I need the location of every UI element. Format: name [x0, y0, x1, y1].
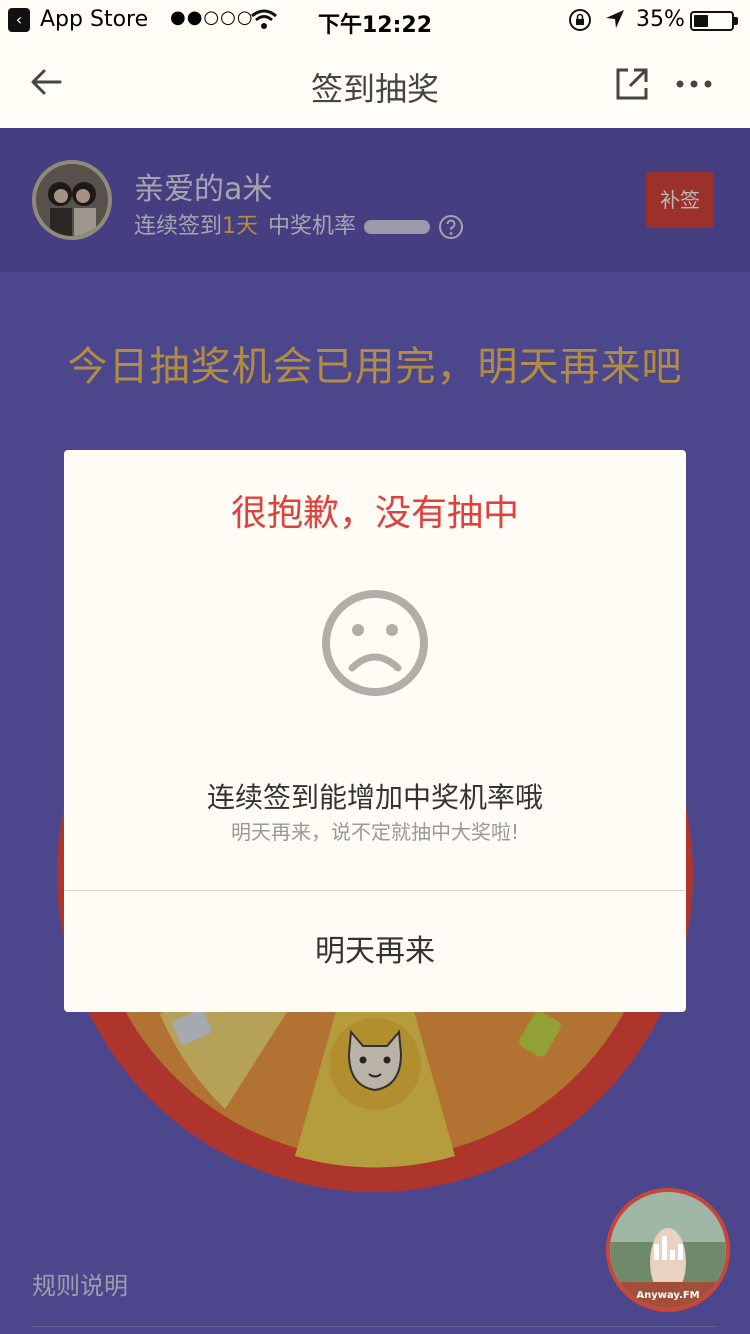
floating-music-button[interactable]: Anyway.FM [606, 1188, 730, 1312]
more-icon[interactable] [674, 68, 714, 100]
sad-face-icon [322, 590, 428, 696]
location-arrow-icon [606, 10, 624, 28]
status-bar: ‹ App Store ●●○○○ 下午12:22 35% [0, 0, 750, 40]
dialog-message: 连续签到能增加中奖机率哦 [206, 781, 543, 814]
dialog-sub-message: 明天再来，说不定就抽中大奖啦! [230, 820, 520, 844]
dialog-title: 很抱歉，没有抽中 [230, 493, 519, 534]
nav-bar: 签到抽奖 [0, 40, 750, 128]
come-back-tomorrow-button[interactable]: 明天再来 [64, 891, 686, 1012]
result-dialog: 很抱歉，没有抽中 连续签到能增加中奖机率哦 明天再来，说不定就抽中大奖啦! 明天… [64, 450, 686, 1012]
share-icon[interactable] [612, 64, 652, 104]
orientation-lock-icon [569, 9, 591, 31]
music-cover-icon: Anyway.FM [610, 1192, 726, 1308]
anyway-fm-label: Anyway.FM [636, 1290, 699, 1301]
battery-icon [690, 11, 734, 31]
battery-percent: 35% [636, 7, 685, 32]
